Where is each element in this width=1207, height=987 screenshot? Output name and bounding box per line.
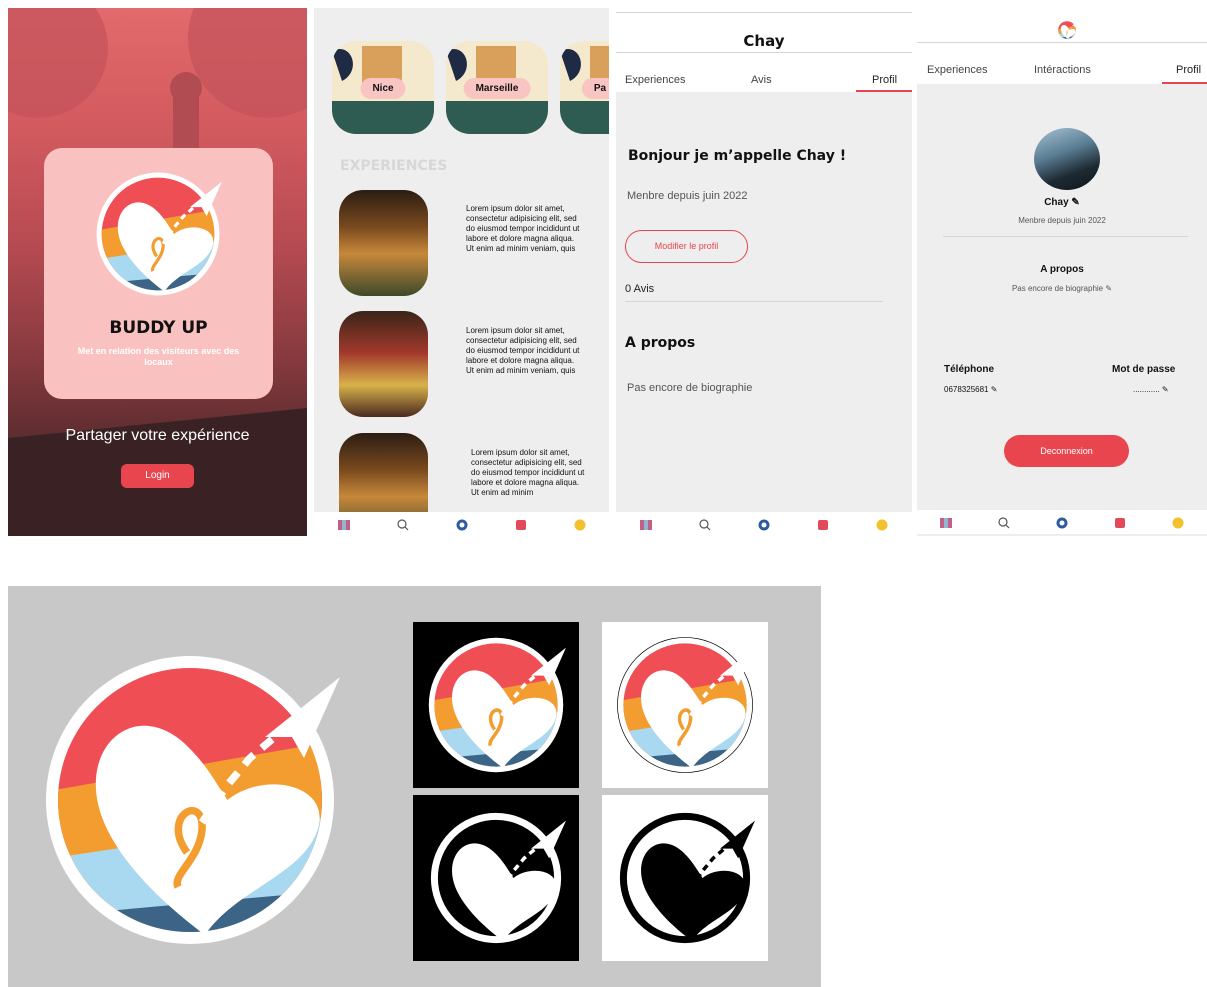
heart-icon[interactable] [817,518,829,530]
section-title: EXPERIENCES [340,158,448,174]
password-label: Mot de passe [1112,364,1176,375]
profile-greeting: Bonjour je m’appelle Chay ! [628,148,847,164]
logo-tile-color-dark [413,622,579,788]
active-tab-indicator [856,90,912,92]
divider [625,301,883,302]
logo-tile-mono-light [602,795,768,961]
heart-icon[interactable] [515,518,527,530]
tab-experiences[interactable]: Experiences [927,64,988,76]
splash-screen: BUDDY UP Met en relation des visiteurs a… [8,8,307,536]
logo-tile-color-light [602,622,768,788]
compass-icon[interactable] [758,518,770,531]
search-icon[interactable] [396,518,409,531]
experience-description: Lorem ipsum dolor sit amet, consectetur … [471,448,585,497]
edit-pencil-icon[interactable]: ✎ [1071,197,1079,208]
city-label: Pa [581,78,609,99]
smiley-icon[interactable] [876,518,888,531]
divider [616,52,912,53]
tab-avis[interactable]: Avis [751,74,772,86]
edit-pencil-icon[interactable]: ✎ [1105,284,1112,293]
phone-label: Téléphone [944,364,995,375]
settings-header: Experiences Intéractions Profil [917,8,1207,84]
divider [616,12,912,13]
member-since: Menbre depuis juin 2022 [627,190,748,202]
bottom-nav [917,510,1207,534]
brand-card: BUDDY UP Met en relation des visiteurs a… [44,148,273,399]
map-icon[interactable] [940,516,952,528]
tab-profil[interactable]: Profil [1176,64,1201,76]
compass-icon[interactable] [1056,516,1068,529]
edit-pencil-icon[interactable]: ✎ [1162,385,1169,394]
about-title: A propos [1040,264,1084,275]
active-tab-indicator [1162,82,1207,84]
logo-large-color [40,650,340,950]
tab-profil[interactable]: Profil [872,74,897,86]
bottom-nav [314,512,609,536]
city-card-marseille[interactable]: Marseille [446,41,548,134]
divider [943,236,1188,237]
bio-text: Pas encore de biographie [1011,284,1104,293]
smiley-icon[interactable] [574,518,586,531]
city-card-nice[interactable]: Nice [332,41,434,134]
smiley-icon[interactable] [1172,516,1184,529]
about-title: A propos [625,335,696,351]
profile-screen: Chay Experiences Avis Profil Bonjour je … [616,8,912,536]
tab-experiences[interactable]: Experiences [625,74,686,86]
logo-color [615,635,755,775]
logo-board [8,586,821,987]
brand-title: BUDDY UP [109,318,208,338]
profile-name-wrap: Chay ✎ [917,197,1207,208]
logo-mono [615,808,755,948]
phone-value: 0678325681 [944,385,989,394]
logout-button[interactable]: Deconnexion [1004,435,1129,467]
password-value: ............ [1133,385,1160,394]
edit-pencil-icon[interactable]: ✎ [991,385,998,394]
experience-description: Lorem ipsum dolor sit amet, consectetur … [466,326,580,375]
tab-interactions[interactable]: Intéractions [1034,64,1091,76]
share-tagline: Partager votre expérience [65,427,250,444]
heart-icon[interactable] [1114,516,1126,528]
explore-screen: Nice Marseille Pa EXPERIENCES Lorem ipsu… [314,8,609,536]
bio-wrap: Pas encore de biographie ✎ [917,284,1207,293]
city-label: Marseille [463,78,531,99]
bottom-nav [616,512,912,536]
avatar[interactable] [1034,128,1100,190]
login-button[interactable]: Login [121,464,194,488]
map-icon[interactable] [337,518,350,530]
search-icon[interactable] [699,518,711,531]
experience-description: Lorem ipsum dolor sit amet, consectetur … [466,204,580,253]
experience-photo[interactable] [339,311,428,417]
app-logo-icon [1057,20,1077,40]
buddy-up-logo [94,170,222,298]
divider [917,42,1207,43]
profile-name: Chay [743,32,785,50]
edit-profile-button[interactable]: Modifier le profil [625,230,748,263]
password-wrap: ............ ✎ [1133,385,1169,394]
review-count: 0 Avis [625,283,655,295]
logo-tile-mono-dark [413,795,579,961]
experience-photo[interactable] [339,190,428,296]
settings-screen: Experiences Intéractions Profil Chay ✎ M… [917,8,1207,536]
search-icon[interactable] [998,516,1010,529]
compass-icon[interactable] [456,518,468,531]
logo-color [426,635,566,775]
city-label: Nice [360,78,406,99]
profile-name: Chay [1044,197,1069,208]
map-icon[interactable] [639,518,652,530]
member-since: Menbre depuis juin 2022 [1018,216,1106,225]
brand-tagline: Met en relation des visiteurs avec des l… [77,346,240,367]
profile-header: Chay Experiences Avis Profil [616,8,912,92]
city-card-paris[interactable]: Pa [560,41,609,134]
phone-wrap: 0678325681 ✎ [944,385,997,394]
logo-mono [426,808,566,948]
bio-text: Pas encore de biographie [627,382,753,394]
